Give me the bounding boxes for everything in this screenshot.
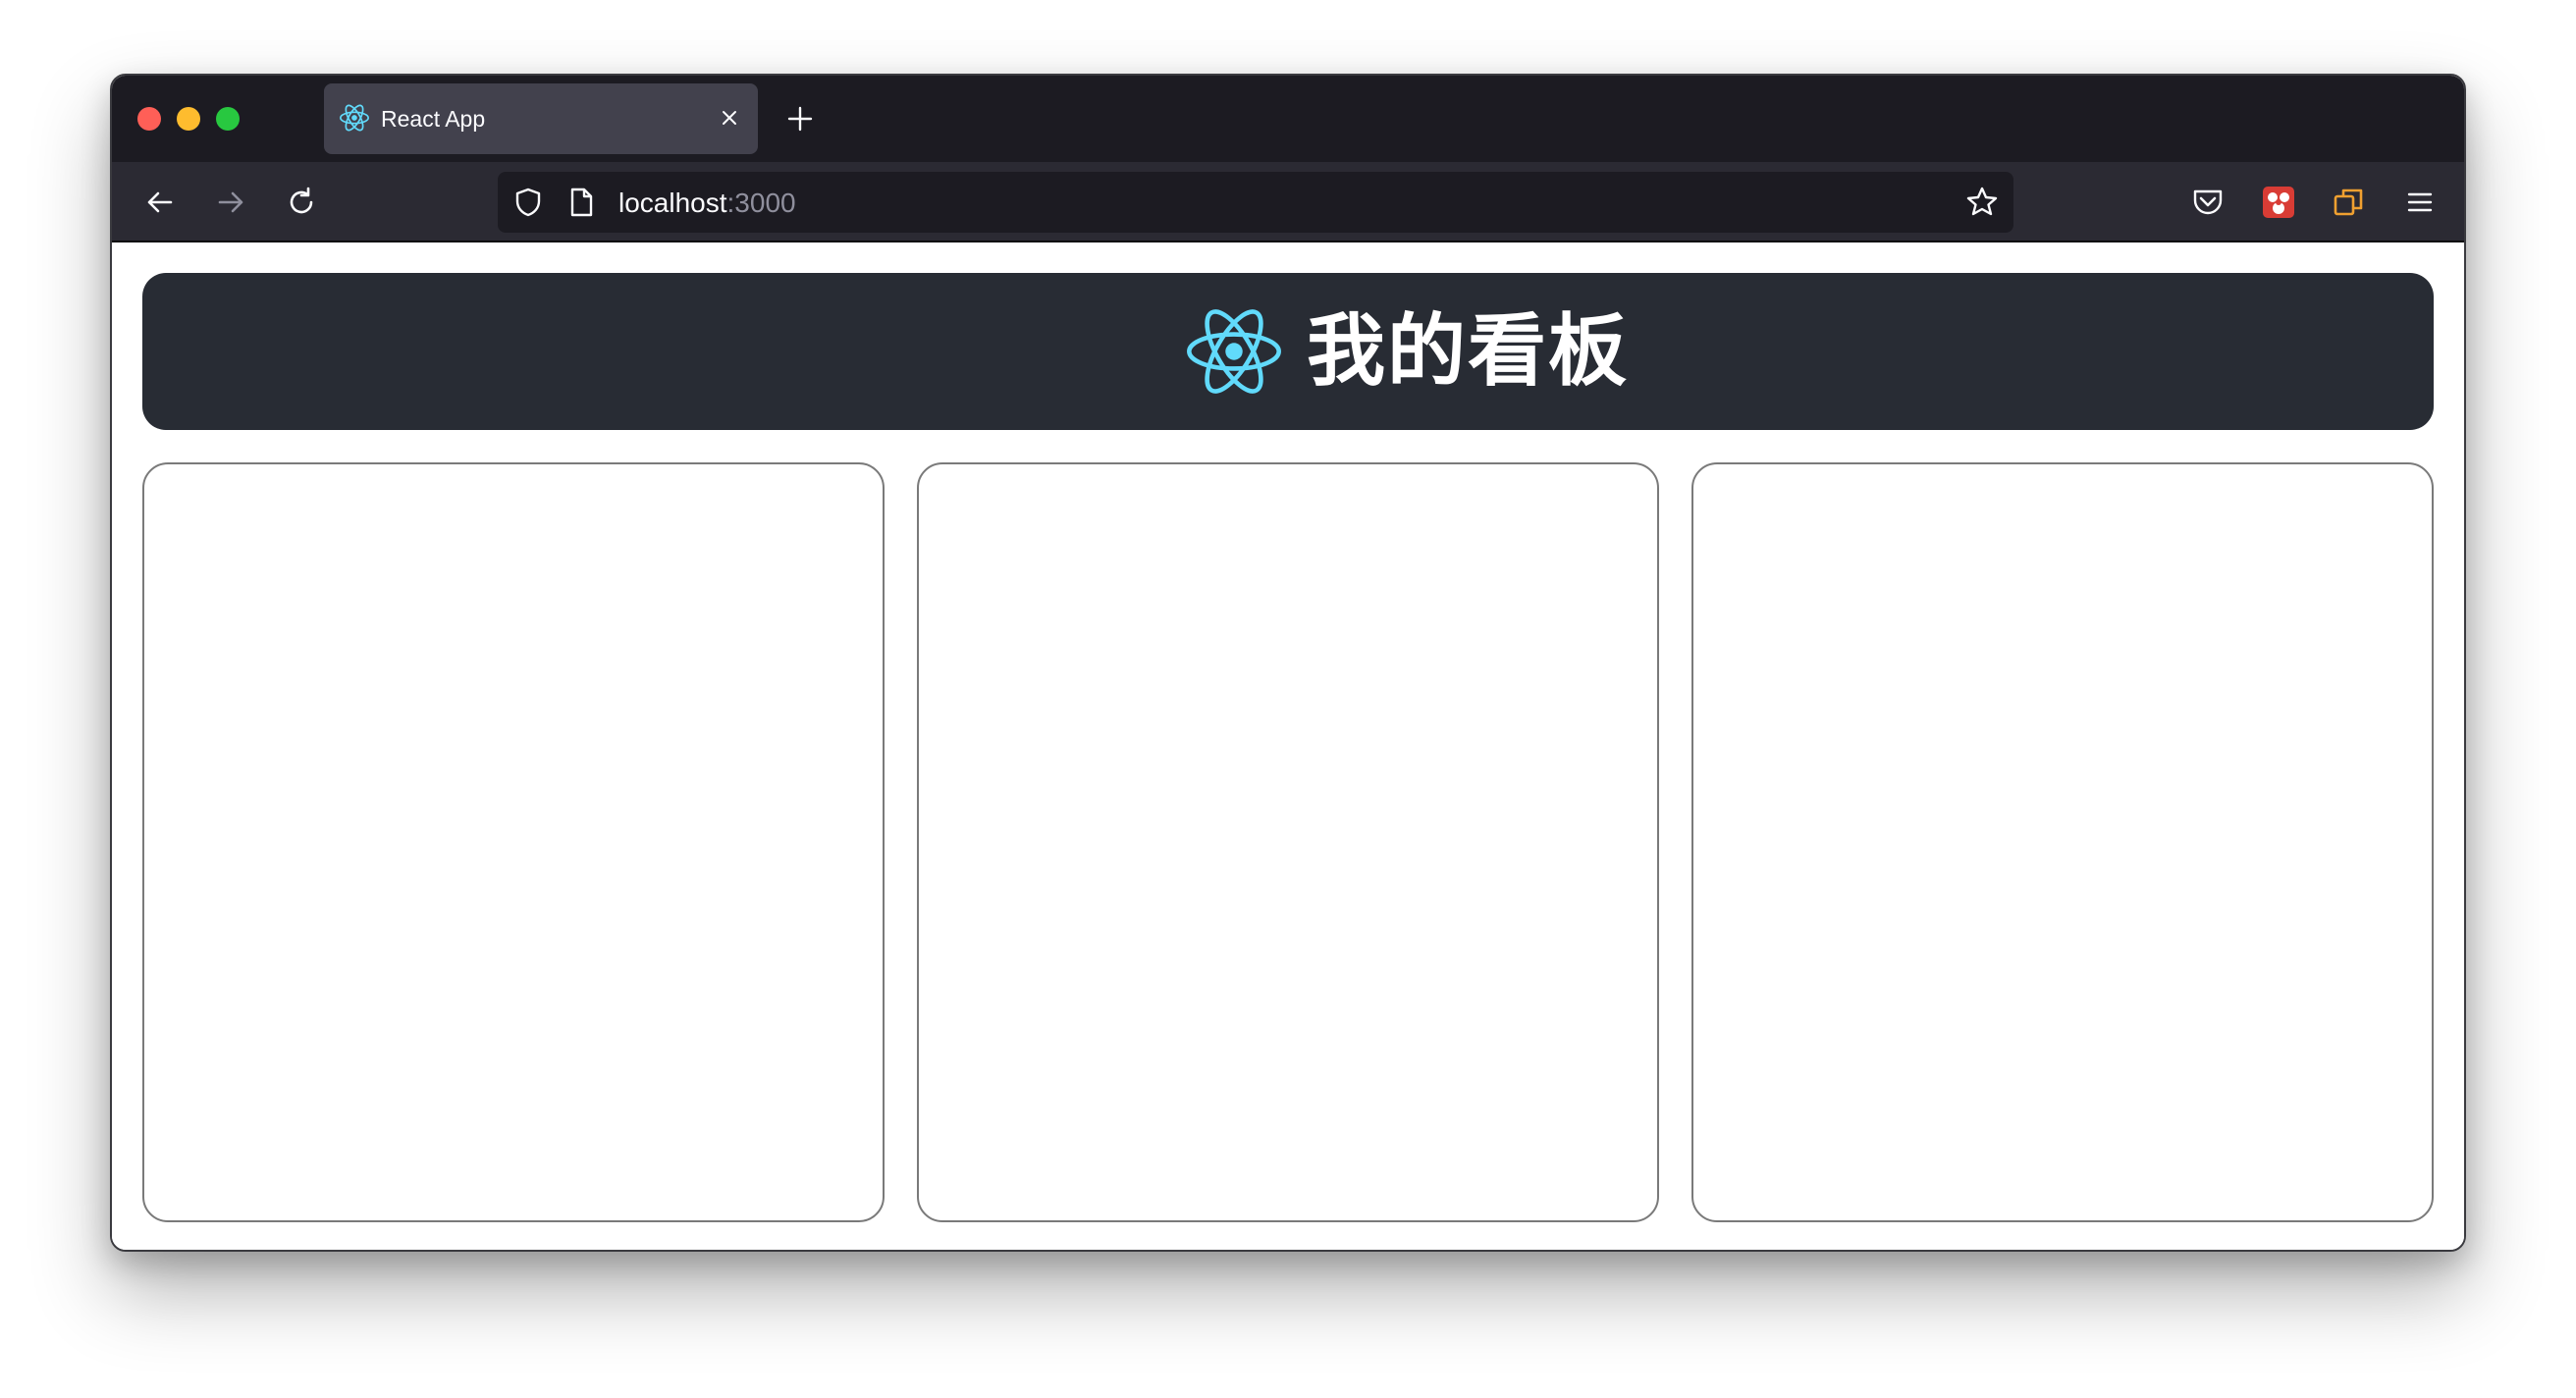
title-bar: React App	[112, 76, 2464, 162]
extension-icon[interactable]	[2260, 184, 2297, 221]
url-host: localhost	[618, 188, 727, 218]
board-column-3	[1691, 462, 2434, 1222]
close-window-button[interactable]	[137, 107, 161, 131]
react-logo-icon	[339, 104, 370, 132]
star-icon[interactable]	[1964, 185, 2000, 220]
page-icon[interactable]	[566, 186, 596, 219]
navigation-toolbar: localhost:3000	[112, 162, 2464, 242]
page-title: 我的看板	[1307, 305, 1629, 397]
tab-react-app[interactable]: React App	[324, 83, 758, 154]
page-content: 我的看板	[112, 242, 2464, 1250]
shield-icon[interactable]	[511, 186, 545, 219]
tab-title: React App	[381, 106, 486, 132]
reload-icon[interactable]	[283, 184, 320, 221]
new-tab-icon[interactable]	[783, 102, 817, 135]
url-text[interactable]: localhost:3000	[618, 188, 796, 219]
pocket-icon[interactable]	[2189, 184, 2227, 221]
url-port: :3000	[726, 188, 796, 218]
hamburger-menu-icon[interactable]	[2401, 184, 2439, 221]
address-bar[interactable]: localhost:3000	[498, 172, 2013, 233]
windows-icon[interactable]	[2331, 184, 2368, 221]
react-logo-icon	[1187, 309, 1281, 394]
back-arrow-icon[interactable]	[141, 184, 179, 221]
minimize-window-button[interactable]	[177, 107, 200, 131]
page-header: 我的看板	[142, 273, 2434, 430]
browser-window: React App localhost:3000 我的看板	[110, 74, 2466, 1252]
close-tab-icon[interactable]	[715, 103, 744, 133]
board-column-1	[142, 462, 885, 1222]
zoom-window-button[interactable]	[216, 107, 240, 131]
forward-arrow-icon[interactable]	[212, 184, 249, 221]
board-column-2	[917, 462, 1659, 1222]
